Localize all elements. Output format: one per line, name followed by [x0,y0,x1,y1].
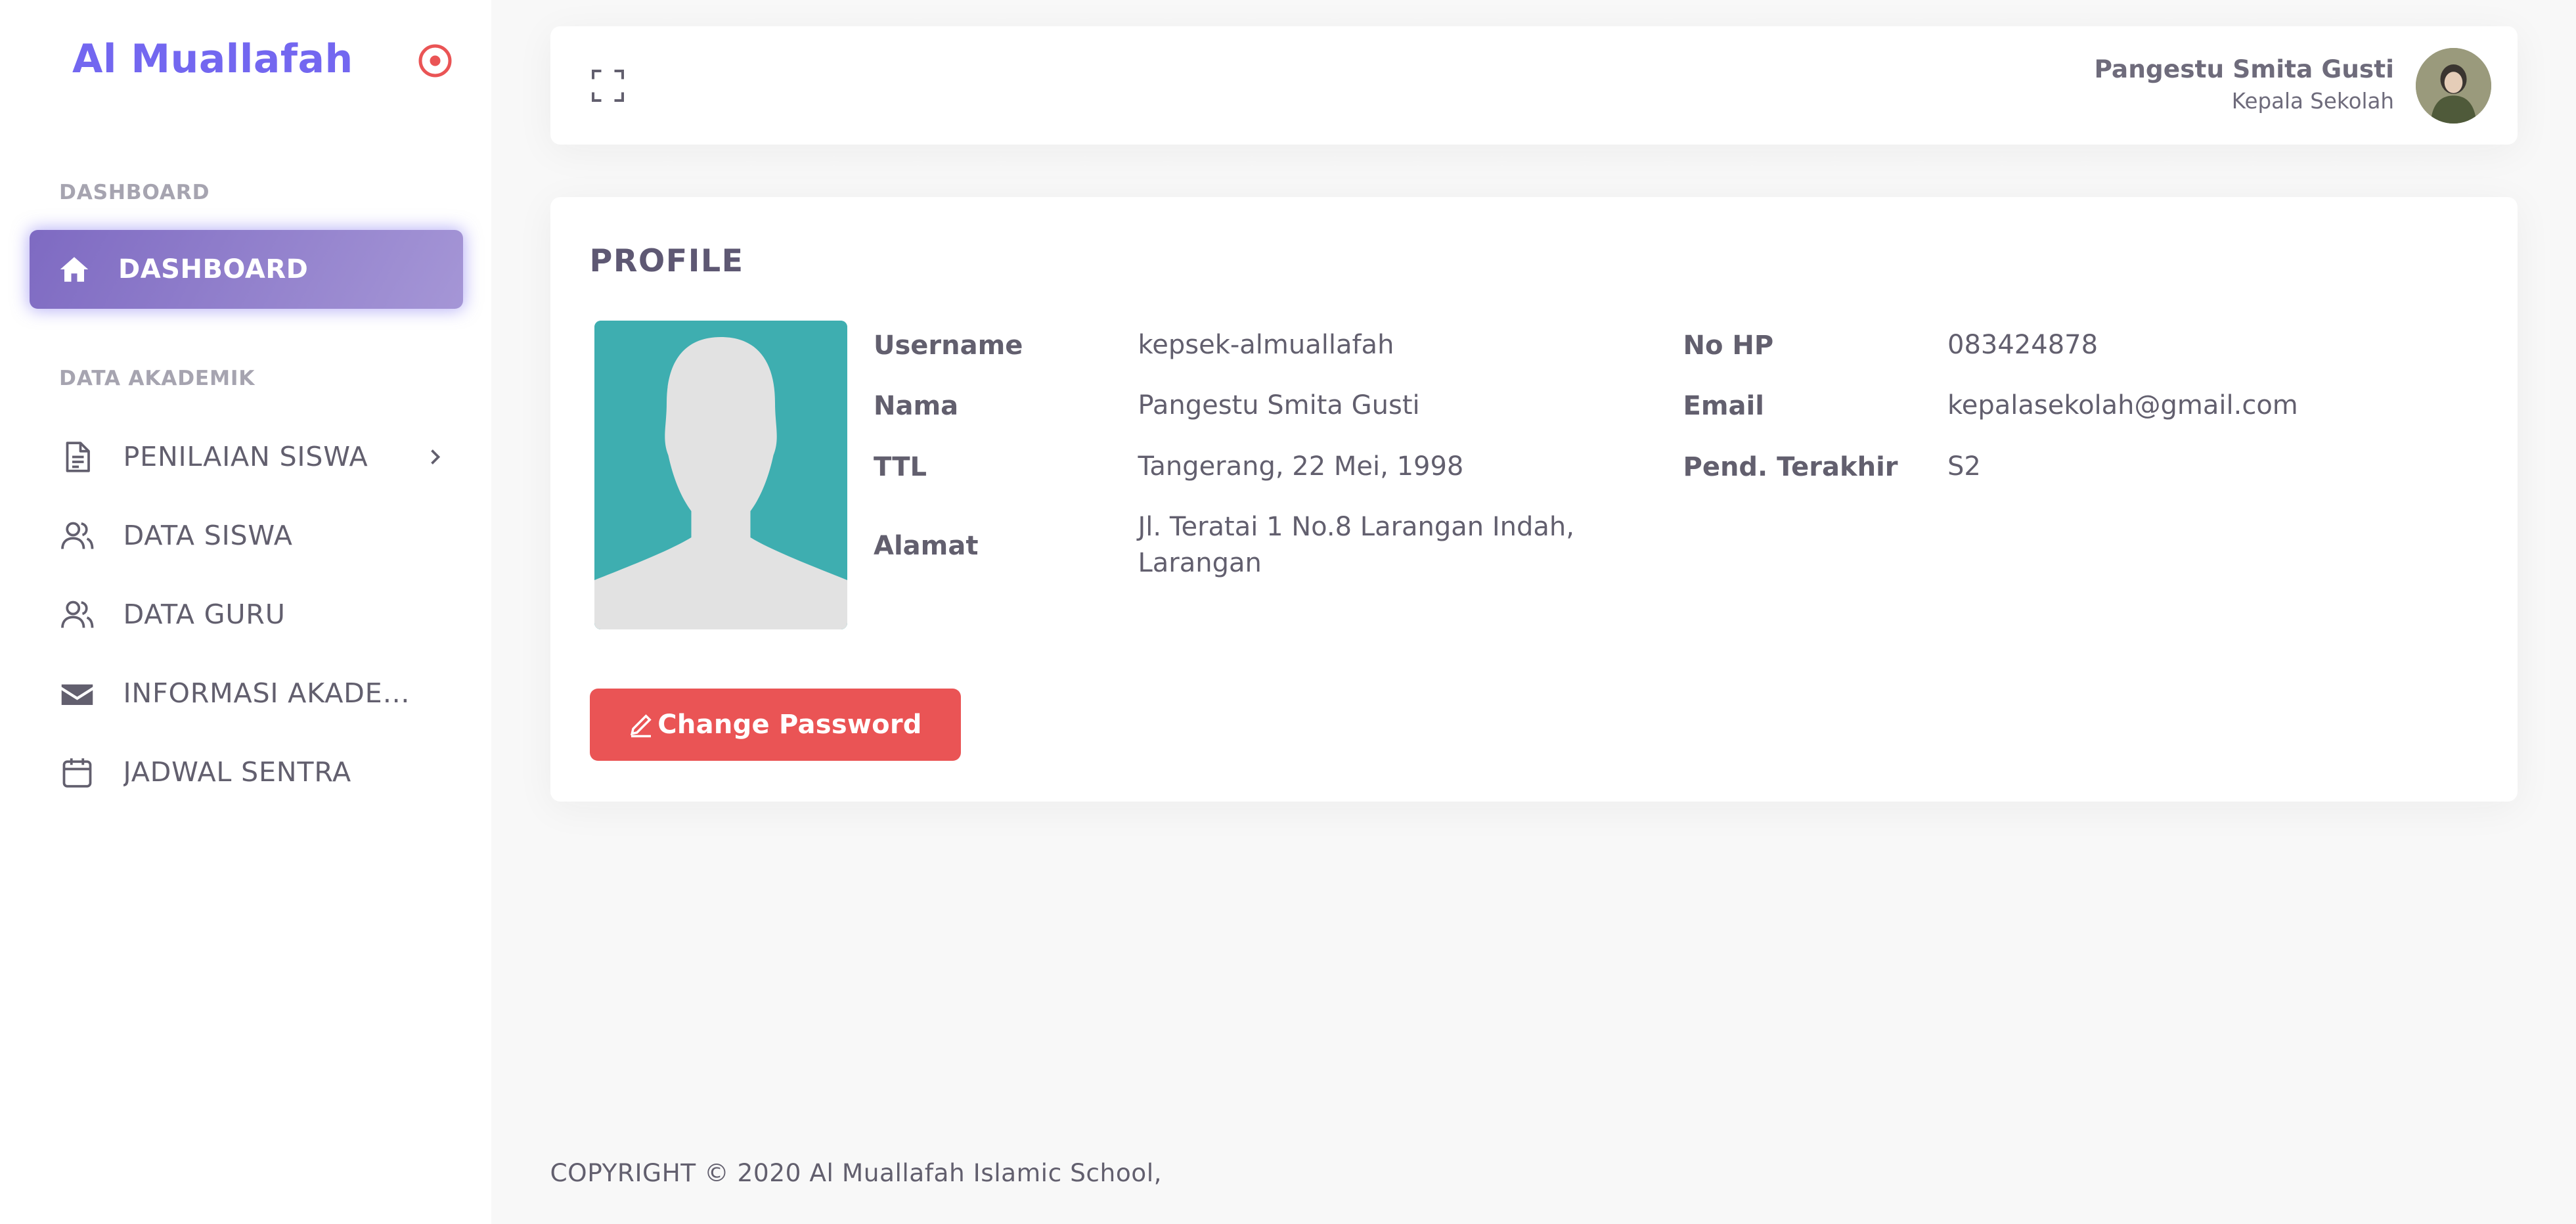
no-hp-value: 083424878 [1947,329,2099,360]
card-title: PROFILE [589,243,744,279]
section-label-data-akademik: DATA AKADEMIK [59,366,255,390]
users-icon [59,518,95,554]
brand-name[interactable]: Al Muallafah [72,36,353,82]
sidebar-item-jadwal-sentra[interactable]: JADWAL SENTRA [30,736,463,808]
sidebar-item-dashboard[interactable]: DASHBOARD [30,230,463,309]
email-label: Email [1683,391,1764,421]
mail-icon [59,675,95,712]
users-icon [59,597,95,633]
user-name[interactable]: Pangestu Smita Gusti [2094,55,2394,83]
pend-terakhir-label: Pend. Terakhir [1683,451,1898,482]
username-label: Username [874,330,1023,361]
username-value: kepsek-almuallafah [1138,329,1394,360]
alamat-label: Alamat [874,530,979,561]
file-text-icon [59,439,95,475]
change-password-label: Change Password [657,709,922,740]
sidebar-item-label: PENILAIAN SISWA [123,441,368,472]
calendar-icon [59,754,95,790]
alamat-value-line1: Jl. Teratai 1 No.8 Larangan Indah, [1138,512,1575,542]
footer-copyright: COPYRIGHT © 2020 Al Muallafah Islamic Sc… [550,1158,1163,1187]
sidebar-item-penilaian-siswa[interactable]: PENILAIAN SISWA [30,420,463,493]
home-icon [58,253,91,286]
sidebar-item-label: DATA GURU [123,599,286,630]
pend-terakhir-value: S2 [1947,451,1981,482]
change-password-button[interactable]: Change Password [589,688,961,761]
nama-value: Pangestu Smita Gusti [1138,390,1420,420]
ttl-label: TTL [874,451,927,482]
sidebar-item-data-guru[interactable]: DATA GURU [30,578,463,650]
sidebar-item-label: DATA SISWA [123,520,293,551]
alamat-value-line2: Larangan [1138,548,1262,578]
edit-pen-icon [628,712,654,738]
no-hp-label: No HP [1683,330,1774,361]
ttl-value: Tangerang, 22 Mei, 1998 [1138,451,1464,482]
email-value: kepalasekolah@gmail.com [1947,390,2298,420]
sidebar-item-informasi-akademik[interactable]: INFORMASI AKADEMIK [30,657,463,729]
circle-dot-icon[interactable] [417,43,453,79]
top-navbar: Pangestu Smita Gusti Kepala Sekolah [550,26,2518,145]
maximize-icon[interactable] [590,68,626,104]
avatar[interactable] [2415,47,2491,124]
section-label-dashboard: DASHBOARD [59,181,210,204]
sidebar-item-label: DASHBOARD [118,254,309,284]
profile-card: PROFILE Username kepsek-almuallafah Nama… [550,197,2518,802]
sidebar: Al Muallafah DASHBOARD DASHBOARD DATA AK… [0,0,491,1224]
sidebar-item-data-siswa[interactable]: DATA SISWA [30,499,463,572]
sidebar-item-label: INFORMASI AKADEMIK [123,677,429,709]
sidebar-item-label: JADWAL SENTRA [123,756,352,788]
nama-label: Nama [874,391,959,421]
page: Al Muallafah DASHBOARD DASHBOARD DATA AK… [0,0,2576,1224]
user-role: Kepala Sekolah [2231,89,2394,114]
profile-photo [594,320,847,629]
chevron-right-icon [424,442,447,472]
